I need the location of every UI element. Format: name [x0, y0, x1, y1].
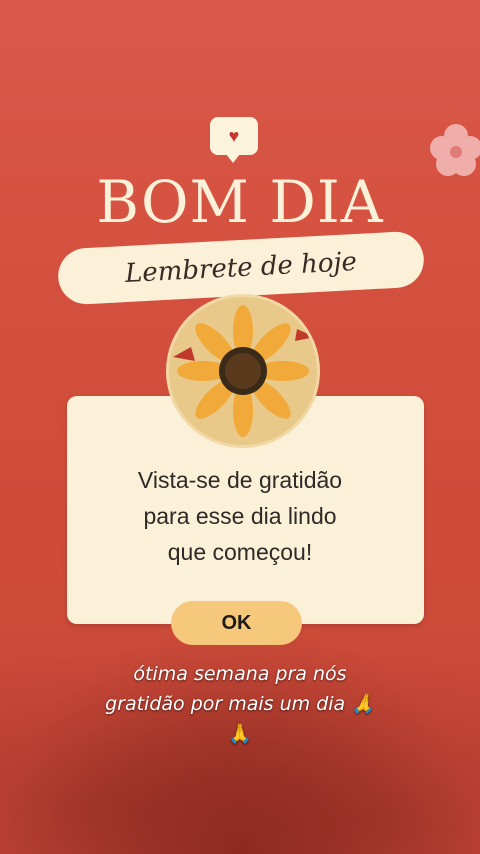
heart-bubble: ♥ — [210, 117, 258, 163]
subtitle-text: Lembrete de hoje — [124, 246, 358, 290]
ok-button[interactable]: OK — [171, 601, 302, 645]
dialog-message: Vista-se de gratidão para esse dia lindo… — [0, 462, 480, 570]
page-title: BOM DIA — [96, 168, 384, 236]
caption-line-1: ótima semana pra nós — [133, 663, 347, 685]
message-line-2: para esse dia lindo — [143, 503, 337, 529]
heart-icon: ♥ — [228, 126, 240, 146]
sunflower-image — [166, 294, 320, 448]
message-line-3: que começou! — [167, 539, 313, 565]
message-line-1: Vista-se de gratidão — [137, 467, 343, 493]
caption-overlay: ótima semana pra nós gratidão por mais u… — [0, 659, 480, 749]
caption-line-3: 🙏 — [228, 723, 252, 745]
caption-line-2: gratidão por mais um dia 🙏 — [105, 693, 375, 715]
